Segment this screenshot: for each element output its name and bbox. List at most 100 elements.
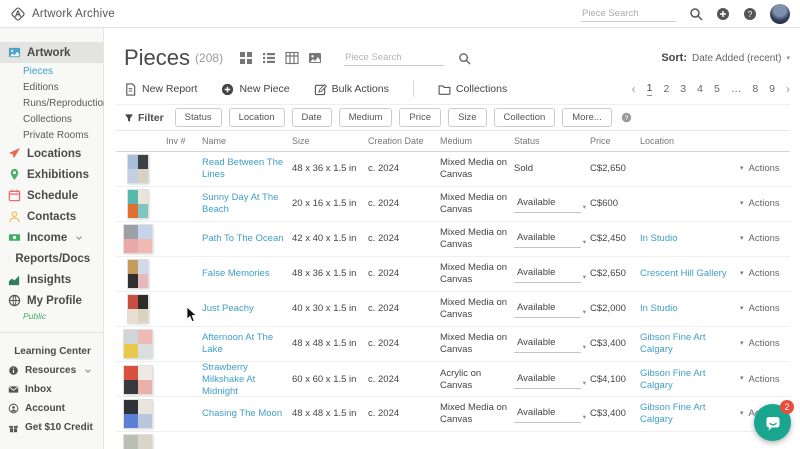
row-actions-button[interactable]: ▾ Actions xyxy=(740,268,790,280)
list-view-icon[interactable] xyxy=(262,51,276,65)
piece-name-link[interactable]: Strawberry Milkshake At Midnight xyxy=(202,362,255,397)
sidebar-item-inbox[interactable]: Inbox xyxy=(0,380,103,399)
filter-chip-date[interactable]: Date xyxy=(291,108,332,127)
sidebar-item-account[interactable]: Account xyxy=(0,399,103,418)
filter-help-icon[interactable]: ? xyxy=(621,112,632,123)
row-actions-button[interactable]: ▾ Actions xyxy=(740,198,790,210)
location-link[interactable]: Gibson Fine Art Calgary xyxy=(640,402,705,425)
row-actions-button[interactable]: ▾ Actions xyxy=(740,338,790,350)
sidebar-item-resources[interactable]: Resources xyxy=(0,361,103,380)
status-dropdown[interactable]: Available ▾ xyxy=(514,335,586,353)
app-title: Artwork Archive xyxy=(32,7,115,20)
location-link[interactable]: Gibson Fine Art Calgary xyxy=(640,368,705,391)
pagination-page-9[interactable]: 9 xyxy=(769,83,775,95)
piece-name-link[interactable]: Chasing The Moon xyxy=(202,408,282,419)
pagination-page-8[interactable]: 8 xyxy=(752,83,758,95)
status-dropdown[interactable]: Available ▾ xyxy=(514,230,586,248)
piece-name-link[interactable]: Afternoon At The Lake xyxy=(202,332,273,355)
status-dropdown[interactable]: Available ▾ xyxy=(514,265,586,283)
location-link[interactable]: Gibson Fine Art Calgary xyxy=(640,332,705,355)
pagination-prev[interactable]: ‹ xyxy=(632,82,636,96)
location-link[interactable]: Crescent Hill Gallery xyxy=(640,268,727,279)
artwork-thumbnail[interactable] xyxy=(128,155,148,183)
send-icon xyxy=(8,147,21,160)
row-actions-button[interactable]: ▾ Actions xyxy=(740,233,790,245)
sidebar-item-runs-reproductions[interactable]: Runs/Reproductions xyxy=(0,95,114,111)
piece-name-link[interactable]: False Memories xyxy=(202,268,270,279)
piece-name-link[interactable]: Path To The Ocean xyxy=(202,233,284,244)
sidebar-item-locations[interactable]: Locations xyxy=(0,143,103,164)
collections-button[interactable]: Collections xyxy=(438,83,507,96)
sidebar-item-pieces[interactable]: Pieces xyxy=(0,63,103,79)
pagination-page-3[interactable]: 3 xyxy=(680,83,686,95)
artwork-thumbnail[interactable] xyxy=(124,365,152,394)
sidebar-item-collections[interactable]: Collections xyxy=(0,111,103,127)
status-dropdown[interactable]: Available ▾ xyxy=(514,405,586,423)
artwork-thumbnail[interactable] xyxy=(124,435,152,449)
search-icon[interactable] xyxy=(458,52,471,65)
new-report-button[interactable]: New Report xyxy=(124,82,197,96)
sidebar-item-my-profile[interactable]: My Profile xyxy=(0,290,103,311)
sidebar-item-insights[interactable]: Insights xyxy=(0,269,103,290)
sidebar-item-get-10-credit[interactable]: Get $10 Credit xyxy=(0,418,103,437)
filter-chip-size[interactable]: Size xyxy=(448,108,487,127)
new-piece-button[interactable]: New Piece xyxy=(221,83,290,96)
table-row: Read Between The Lines 48 x 36 x 1.5 in c.… xyxy=(116,152,790,187)
filter-chip-status[interactable]: Status xyxy=(174,108,222,127)
artwork-thumbnail[interactable] xyxy=(128,295,148,323)
chat-widget-button[interactable]: 2 xyxy=(754,400,794,441)
status-dropdown[interactable]: Available ▾ xyxy=(514,371,586,389)
app-logo[interactable]: Artwork Archive xyxy=(10,6,115,22)
artwork-thumbnail[interactable] xyxy=(124,400,152,428)
sort-control[interactable]: Sort: Date Added (recent) ▾ xyxy=(661,52,790,64)
artwork-thumbnail[interactable] xyxy=(128,190,148,218)
pagination-page-5[interactable]: 5 xyxy=(714,83,720,95)
pagination-page-2[interactable]: 2 xyxy=(663,83,669,95)
artwork-thumbnail[interactable] xyxy=(124,225,152,253)
sidebar-item-contacts[interactable]: Contacts xyxy=(0,206,103,227)
user-avatar[interactable] xyxy=(770,3,790,24)
filter-toggle[interactable]: Filter xyxy=(124,112,164,124)
pagination-page-1[interactable]: 1 xyxy=(646,82,653,96)
pagination-next[interactable]: › xyxy=(786,82,790,96)
sidebar-item-artwork[interactable]: Artwork xyxy=(0,42,103,63)
piece-name-link[interactable]: Just Peachy xyxy=(202,303,254,314)
global-piece-search-input[interactable] xyxy=(581,5,676,22)
row-actions-button[interactable]: ▾ Actions xyxy=(740,163,790,175)
search-icon[interactable] xyxy=(689,7,703,21)
row-actions-button[interactable]: ▾ Actions xyxy=(740,374,790,386)
piece-search-input[interactable] xyxy=(344,50,445,66)
actions-label: Actions xyxy=(748,268,780,280)
filter-chip-more-[interactable]: More... xyxy=(562,108,612,127)
sidebar-item-learning-center[interactable]: Learning Center xyxy=(0,342,103,361)
help-icon[interactable]: ? xyxy=(743,7,757,21)
sidebar-item-schedule[interactable]: Schedule xyxy=(0,185,103,206)
artwork-thumbnail[interactable] xyxy=(124,330,152,358)
filter-chip-price[interactable]: Price xyxy=(399,108,442,127)
location-link[interactable]: In Studio xyxy=(640,233,678,244)
sidebar-item-private-rooms[interactable]: Private Rooms xyxy=(0,127,103,143)
filter-chip-collection[interactable]: Collection xyxy=(493,108,556,127)
status-dropdown[interactable]: Available ▾ xyxy=(514,300,586,318)
sidebar-item-label: Inbox xyxy=(25,384,52,395)
sidebar-item-reports-docs[interactable]: Reports/Docs xyxy=(0,248,103,269)
sort-value[interactable]: Date Added (recent) xyxy=(692,53,782,64)
sidebar-item-label: Reports/Docs xyxy=(15,252,91,265)
filter-chip-medium[interactable]: Medium xyxy=(338,108,393,127)
sidebar-item-editions[interactable]: Editions xyxy=(0,79,103,95)
row-actions-button[interactable]: ▾ Actions xyxy=(740,303,790,315)
piece-name-link[interactable]: Sunny Day At The Beach xyxy=(202,192,278,215)
artwork-thumbnail[interactable] xyxy=(128,260,148,288)
filter-chip-location[interactable]: Location xyxy=(228,108,285,127)
bulk-actions-button[interactable]: Bulk Actions xyxy=(314,83,389,96)
table-view-icon[interactable] xyxy=(285,51,299,65)
add-circle-icon[interactable] xyxy=(716,7,730,21)
grid-view-icon[interactable] xyxy=(239,51,253,65)
status-dropdown[interactable]: Available ▾ xyxy=(514,195,586,213)
imageview-view-icon[interactable] xyxy=(308,51,322,65)
location-link[interactable]: In Studio xyxy=(640,303,678,314)
pagination-page-4[interactable]: 4 xyxy=(697,83,703,95)
sidebar-item-income[interactable]: Income xyxy=(0,227,103,248)
sidebar-item-exhibitions[interactable]: Exhibitions xyxy=(0,164,103,185)
piece-name-link[interactable]: Read Between The Lines xyxy=(202,157,283,180)
